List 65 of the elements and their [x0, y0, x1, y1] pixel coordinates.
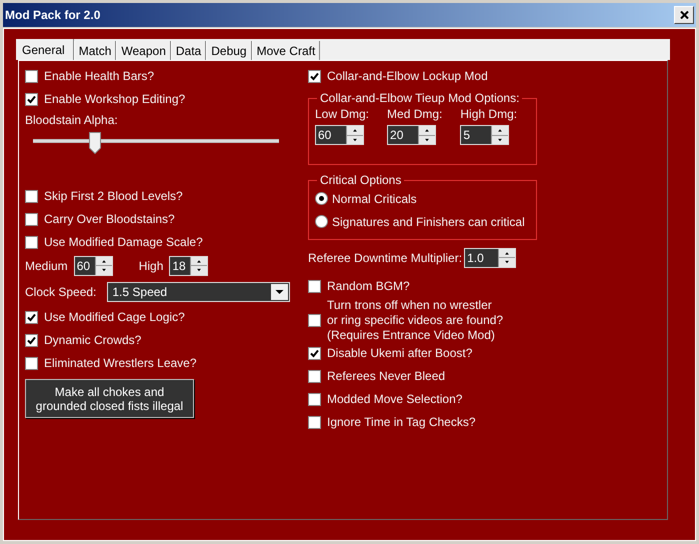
checkbox-label: Referees Never Bleed	[327, 369, 446, 384]
down-arrow-icon[interactable]	[419, 134, 436, 144]
number-spinner[interactable]: 18	[169, 256, 208, 276]
checkbox-label: Collar-and-Elbow Lockup Mod	[327, 69, 488, 84]
checkbox-label: Use Modified Cage Logic?	[44, 310, 185, 325]
checkbox-label: Skip First 2 Blood Levels?	[44, 189, 183, 204]
group-title: Critical Options	[319, 173, 402, 187]
down-arrow-icon[interactable]	[347, 134, 363, 144]
checkbox-label: Enable Workshop Editing?	[44, 92, 186, 107]
slider-thumb[interactable]	[88, 132, 100, 154]
checkbox-label: Ignore Time in Tag Checks?	[327, 415, 476, 430]
action-button[interactable]: Make all chokes and grounded closed fists illegal	[25, 379, 194, 418]
checkbox[interactable]	[25, 70, 38, 83]
checkbox-label: Carry Over Bloodstains?	[44, 212, 175, 227]
window-title: Mod Pack for 2.0	[5, 7, 102, 24]
checkbox[interactable]	[25, 93, 38, 106]
group-title: Collar-and-Elbow Tieup Mod Options:	[319, 91, 520, 105]
tab[interactable]: Debug	[206, 41, 252, 60]
dropdown[interactable]: 1.5 Speed	[107, 282, 290, 302]
radio-button[interactable]	[315, 215, 328, 228]
checkbox[interactable]	[25, 311, 38, 324]
tab[interactable]: Match	[74, 41, 116, 60]
field-label: High Dmg:	[460, 106, 518, 123]
checkbox[interactable]	[25, 357, 38, 370]
number-spinner[interactable]: 60	[315, 125, 364, 145]
checkbox-label: Modded Move Selection?	[327, 392, 462, 407]
checkbox[interactable]	[308, 280, 321, 293]
tab[interactable]: Data	[170, 41, 206, 60]
checkbox[interactable]	[25, 190, 38, 203]
close-icon	[680, 11, 688, 19]
number-spinner[interactable]: 20	[387, 125, 436, 145]
checkbox[interactable]	[25, 334, 38, 347]
checkbox[interactable]	[308, 370, 321, 383]
checkbox-label: Disable Ukemi after Boost?	[327, 346, 472, 361]
checkbox[interactable]	[25, 213, 38, 226]
number-spinner[interactable]: 60	[74, 256, 113, 276]
field-label: High	[138, 258, 164, 274]
checkbox[interactable]	[308, 70, 321, 83]
field-label: Referee Downtime Multiplier:	[308, 250, 462, 266]
tab[interactable]: Move Craft	[252, 41, 320, 60]
checkbox-label: Enable Health Bars?	[44, 69, 154, 84]
checkbox[interactable]	[308, 347, 321, 360]
number-spinner[interactable]: 1.0	[464, 248, 516, 268]
close-button[interactable]	[674, 6, 694, 24]
field-label: Med Dmg:	[387, 106, 442, 123]
checkbox[interactable]	[308, 314, 321, 326]
radio-label: Signatures and Finishers can critical	[332, 214, 525, 230]
slider-label: Bloodstain Alpha:	[25, 112, 119, 129]
radio-label: Normal Criticals	[332, 190, 417, 208]
caret-icon	[271, 284, 288, 300]
checkbox-label: Turn trons off when no wrestler or ring specific videos are found? (Requires Entrance Video Mod)	[327, 298, 504, 342]
checkbox[interactable]	[308, 416, 321, 429]
checkbox[interactable]	[308, 393, 321, 406]
dropdown-label: Clock Speed:	[25, 284, 96, 300]
checkbox[interactable]	[25, 236, 38, 249]
field-label: Medium	[25, 258, 68, 274]
checkbox-label: Use Modified Damage Scale?	[44, 235, 203, 250]
radio-button[interactable]	[315, 192, 328, 205]
checkbox-label: Random BGM?	[327, 279, 410, 294]
number-spinner[interactable]: 5	[460, 125, 510, 145]
checkbox-label: Eliminated Wrestlers Leave?	[44, 356, 197, 371]
field-label: Low Dmg:	[315, 106, 370, 123]
tab[interactable]: Weapon	[116, 41, 171, 60]
checkbox-label: Dynamic Crowds?	[44, 333, 142, 348]
down-arrow-icon[interactable]	[492, 134, 508, 144]
